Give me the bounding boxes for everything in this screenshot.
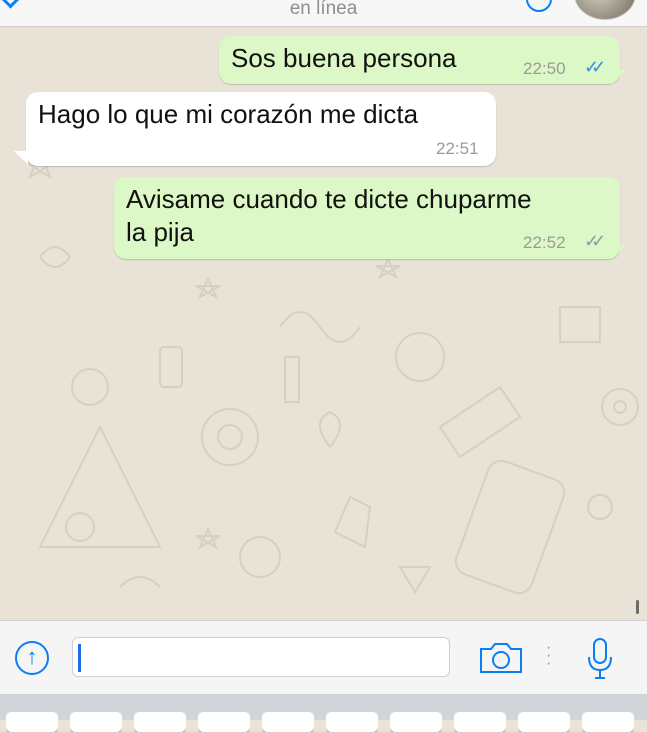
camera-icon[interactable]: [478, 641, 524, 675]
bubble-tail: [14, 151, 28, 165]
message-text: Hago lo que mi corazón me dicta: [38, 99, 419, 129]
scrollbar[interactable]: [636, 600, 639, 614]
keyboard-key[interactable]: [134, 712, 186, 732]
bubble-tail: [612, 245, 626, 259]
attach-button[interactable]: ↑: [15, 641, 49, 675]
composer-bar: ↑ · · ·: [0, 620, 647, 695]
delivered-receipt-icon: ✓✓: [584, 231, 606, 251]
microphone-icon[interactable]: [586, 637, 614, 681]
keyboard-key[interactable]: [326, 712, 378, 732]
keyboard-key[interactable]: [518, 712, 570, 732]
keyboard-key[interactable]: [454, 712, 506, 732]
message-time: 22:50: [523, 59, 566, 78]
bubble-tail: [612, 70, 626, 84]
chat-area[interactable]: Sos buena persona 22:50 ✓✓ Hago lo que m…: [0, 27, 647, 620]
keyboard-key[interactable]: [198, 712, 250, 732]
keyboard-key[interactable]: [6, 712, 58, 732]
keyboard-key[interactable]: [582, 712, 634, 732]
keyboard: [0, 694, 647, 732]
separator-dots-icon: · · ·: [546, 639, 552, 672]
message-text: Sos buena persona: [231, 43, 457, 73]
keyboard-key[interactable]: [70, 712, 122, 732]
message-bubble-outgoing[interactable]: Sos buena persona 22:50 ✓✓: [219, 36, 620, 84]
message-time: 22:51: [436, 139, 479, 158]
message-input[interactable]: [72, 637, 450, 677]
message-bubble-outgoing[interactable]: Avisame cuando te dicte chuparme la pija…: [114, 177, 620, 259]
arrow-up-icon: ↑: [26, 644, 38, 669]
message-bubble-incoming[interactable]: Hago lo que mi corazón me dicta 22:51: [26, 92, 496, 166]
text-caret: [78, 644, 81, 672]
message-text: Avisame cuando te dicte chuparme la pija: [126, 184, 532, 247]
keyboard-key[interactable]: [262, 712, 314, 732]
chat-header: en línea: [0, 0, 647, 27]
message-time: 22:52: [523, 233, 566, 252]
read-receipt-icon: ✓✓: [584, 57, 606, 77]
keyboard-key[interactable]: [390, 712, 442, 732]
